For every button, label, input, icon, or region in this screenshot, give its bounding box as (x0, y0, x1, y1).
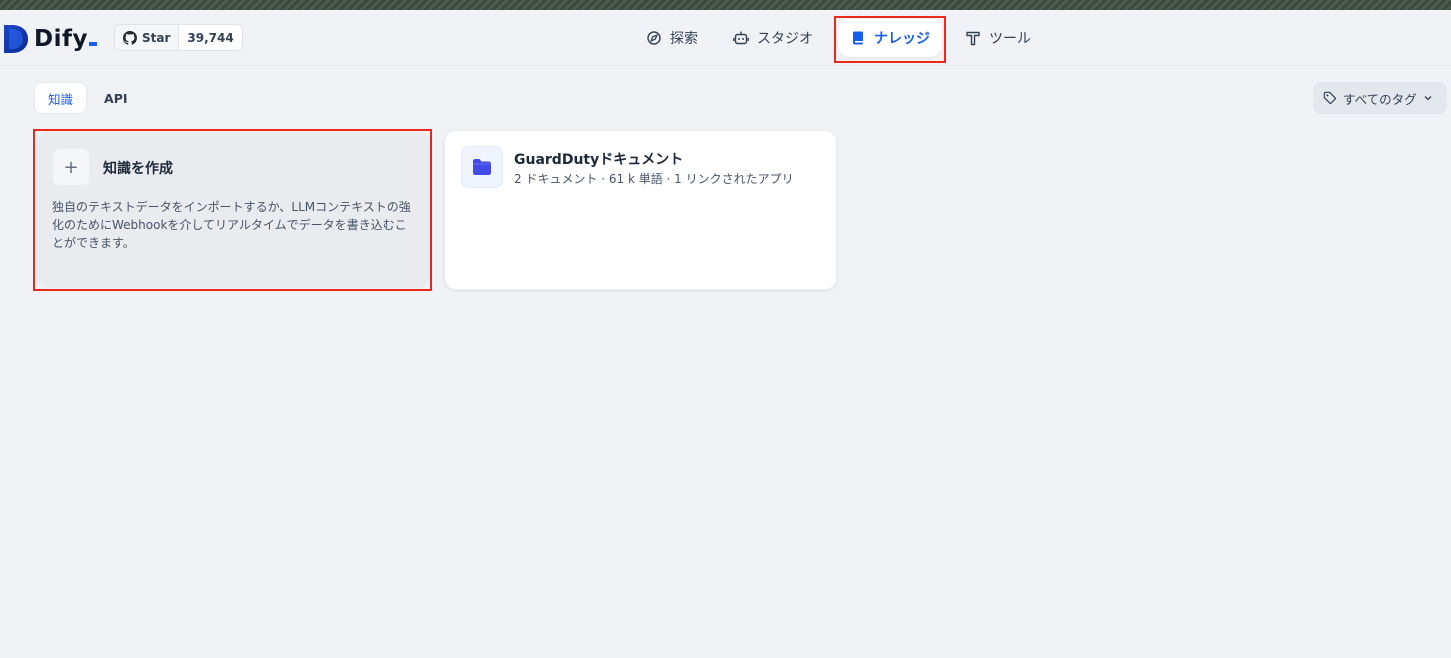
dataset-meta: 2 ドキュメント · 61 k 単語 · 1 リンクされたアプリ (514, 172, 794, 186)
compass-icon (647, 31, 661, 45)
dataset-title: GuardDutyドキュメント (514, 152, 684, 168)
tag-filter-label: すべてのタグ (1343, 91, 1417, 107)
knowledge-tabs: 知識 API (34, 82, 141, 114)
nav-explore[interactable]: 探索 (634, 19, 710, 57)
robot-icon (733, 31, 749, 45)
create-knowledge-description: 独自のテキストデータをインポートするか、LLMコンテキストの強化のためにWebh… (52, 200, 411, 250)
tag-filter-dropdown[interactable]: すべてのタグ (1313, 82, 1447, 114)
chevron-down-icon (1424, 96, 1432, 101)
hammer-icon (966, 31, 980, 46)
nav-tools-label: ツール (989, 31, 1031, 47)
folder-icon (461, 146, 503, 188)
plus-icon: + (52, 148, 90, 186)
book-icon (853, 31, 863, 45)
nav-tools[interactable]: ツール (953, 19, 1043, 57)
create-knowledge-card[interactable]: + 知識を作成 独自のテキストデータをインポートするか、LLMコンテキストの強化… (36, 132, 430, 288)
main-nav: 探索 スタジオ ナレッジ ツール (0, 19, 1451, 57)
create-knowledge-title: 知識を作成 (103, 161, 173, 177)
nav-knowledge-label: ナレッジ (874, 31, 930, 47)
nav-studio[interactable]: スタジオ (721, 19, 825, 57)
nav-knowledge[interactable]: ナレッジ (838, 19, 942, 57)
tab-knowledge[interactable]: 知識 (34, 82, 88, 114)
nav-studio-label: スタジオ (757, 31, 813, 47)
nav-explore-label: 探索 (670, 31, 698, 47)
tab-api[interactable]: API (91, 82, 141, 114)
tag-icon (1323, 91, 1337, 105)
window-top-strip (0, 0, 1451, 10)
dataset-card[interactable]: GuardDutyドキュメント 2 ドキュメント · 61 k 単語 · 1 リ… (444, 130, 837, 290)
app-header: Dify Star 39,744 探索 スタジオ ナレッジ ツール (0, 10, 1451, 66)
